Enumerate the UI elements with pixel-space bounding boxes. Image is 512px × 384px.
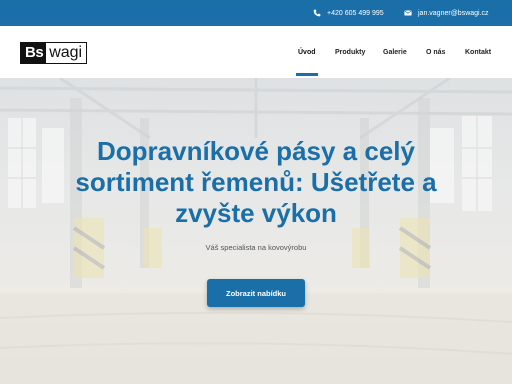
hero-headline-line-2: sortiment řemenů: Ušetřete a [75,167,437,197]
nav-item-kontakt[interactable]: Kontakt [465,26,491,78]
phone-contact[interactable]: +420 605 499 995 [313,0,384,26]
phone-number: +420 605 499 995 [327,9,384,17]
site-logo[interactable]: Bs wagi [20,42,88,64]
hero-headline-line-3: zvyšte výkon [175,198,337,228]
show-offer-button[interactable]: Zobrazit nabídku [207,279,305,307]
nav-item-o-nas[interactable]: O nás [426,26,445,78]
hero-headline: Dopravníkové pásy a celý sortiment řemen… [40,136,472,229]
site-header: Bs wagi Úvod Produkty Galerie O nás Kont… [0,26,512,78]
nav-item-uvod[interactable]: Úvod [298,26,316,78]
envelope-icon [404,10,412,16]
hero-section [0,78,512,384]
email-address: jan.vagner@bswagi.cz [418,9,489,17]
nav-item-galerie[interactable]: Galerie [383,26,407,78]
hero-headline-line-1: Dopravníkové pásy a celý [97,136,415,166]
logo-part-bs: Bs [21,43,47,63]
nav-active-indicator [296,73,318,76]
hero-overlay [0,78,512,384]
nav-item-produkty[interactable]: Produkty [335,26,365,78]
email-contact[interactable]: jan.vagner@bswagi.cz [404,0,489,26]
logo-part-wagi: wagi [46,43,87,63]
hero-subtitle: Váš specialista na kovovýrobu [205,243,307,252]
phone-icon [313,9,321,17]
top-contact-bar: +420 605 499 995 jan.vagner@bswagi.cz [0,0,512,26]
